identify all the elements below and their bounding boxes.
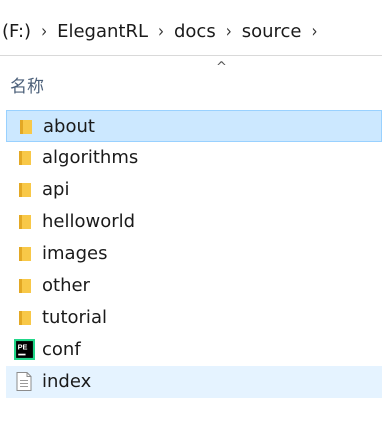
- file-name: tutorial: [42, 307, 107, 328]
- chevron-right-icon[interactable]: ›: [150, 20, 172, 42]
- file-list: about algorithms api helloworld images o…: [0, 110, 382, 398]
- folder-icon: [20, 120, 32, 134]
- list-item-index[interactable]: index: [6, 366, 382, 398]
- text-file-icon: [16, 372, 32, 391]
- folder-icon: [19, 151, 31, 165]
- column-header-label: 名称: [10, 77, 44, 97]
- pycharm-file-icon: PE: [14, 339, 35, 360]
- list-item-images[interactable]: images: [6, 238, 382, 270]
- breadcrumb-docs[interactable]: docs: [172, 21, 218, 42]
- file-name: conf: [42, 339, 81, 360]
- file-name: images: [42, 243, 108, 264]
- chevron-right-icon[interactable]: ›: [33, 20, 55, 42]
- file-name: about: [43, 116, 95, 137]
- folder-icon: [19, 215, 31, 229]
- list-item-about[interactable]: about: [6, 110, 382, 142]
- file-name: helloworld: [42, 211, 136, 232]
- folder-icon: [19, 247, 31, 261]
- file-name: other: [42, 275, 90, 296]
- list-item-helloworld[interactable]: helloworld: [6, 206, 382, 238]
- list-item-api[interactable]: api: [6, 174, 382, 206]
- column-header-name[interactable]: ^ 名称: [0, 60, 382, 106]
- chevron-right-icon[interactable]: ›: [218, 20, 240, 42]
- list-item-tutorial[interactable]: tutorial: [6, 302, 382, 334]
- svg-text:PE: PE: [18, 343, 28, 352]
- breadcrumb-source[interactable]: source: [240, 21, 304, 42]
- divider: [0, 55, 382, 56]
- file-explorer: (F:) › ElegantRL › docs › source › ^ 名称 …: [0, 0, 382, 433]
- file-name: index: [42, 371, 92, 392]
- folder-icon: [19, 311, 31, 325]
- list-item-conf[interactable]: PE conf: [6, 334, 382, 366]
- file-name: api: [42, 179, 70, 200]
- folder-icon: [19, 279, 31, 293]
- folder-icon: [19, 183, 31, 197]
- list-item-other[interactable]: other: [6, 270, 382, 302]
- file-name: algorithms: [42, 147, 139, 168]
- list-item-algorithms[interactable]: algorithms: [6, 142, 382, 174]
- breadcrumb: (F:) › ElegantRL › docs › source ›: [0, 0, 382, 62]
- breadcrumb-drive[interactable]: (F:): [0, 21, 33, 42]
- sort-ascending-icon: ^: [216, 60, 227, 75]
- breadcrumb-elegantrl[interactable]: ElegantRL: [55, 21, 150, 42]
- chevron-right-icon[interactable]: ›: [303, 20, 325, 42]
